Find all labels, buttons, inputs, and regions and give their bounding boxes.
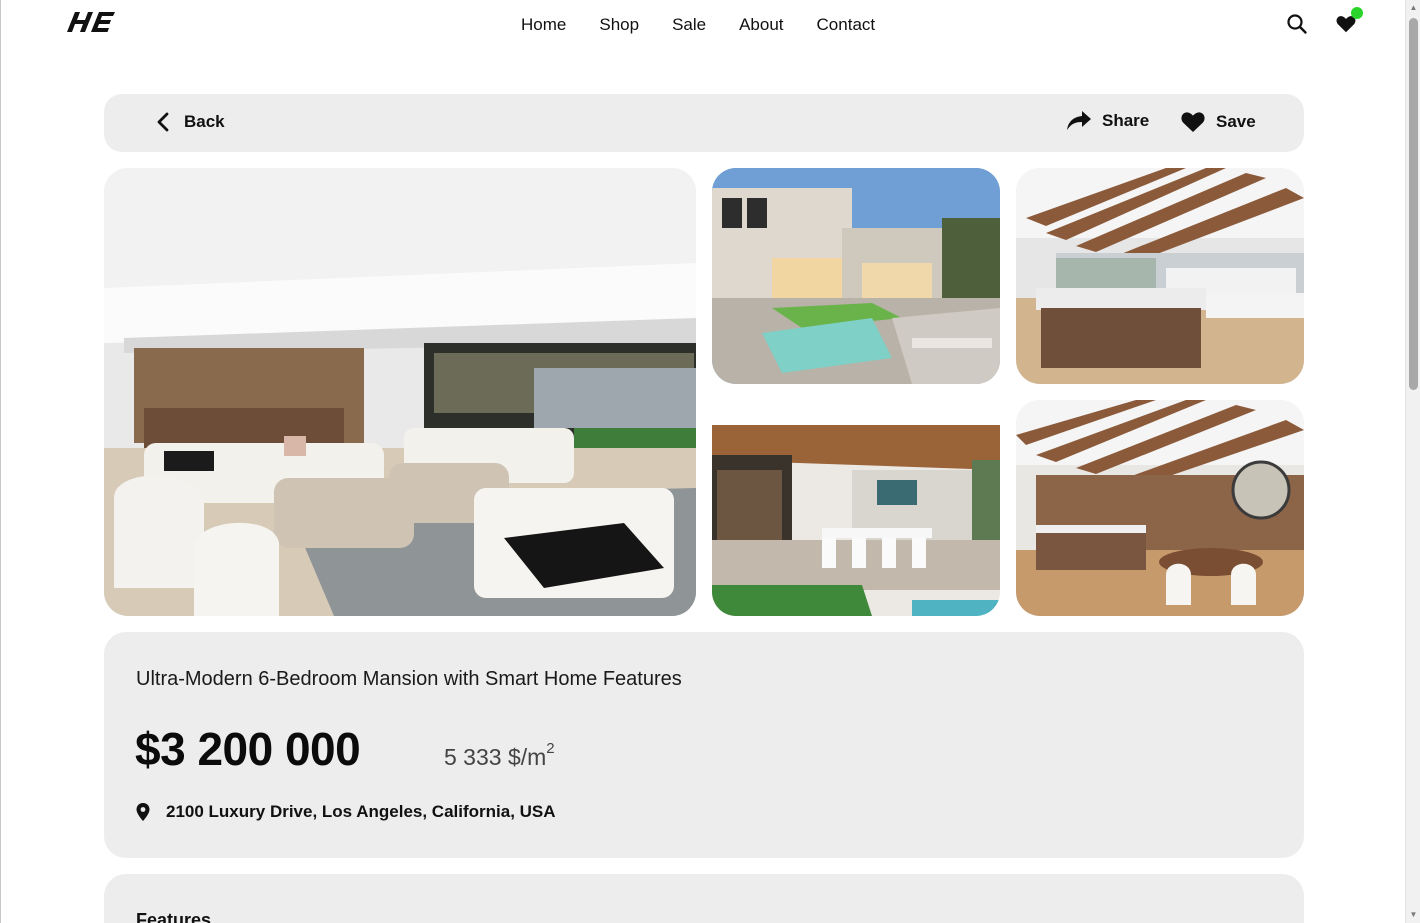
page: Home Shop Sale About Contact Back Share: [0, 0, 1405, 923]
logo-mark: [67, 12, 115, 32]
features-heading: Features: [136, 910, 212, 923]
listing-price: $3 200 000: [135, 723, 361, 775]
photo-exterior-pool[interactable]: [712, 168, 1000, 384]
share-label: Share: [1102, 111, 1150, 130]
scrollbar-thumb[interactable]: [1409, 18, 1418, 390]
logo[interactable]: [65, 8, 117, 36]
photo-living-room[interactable]: [104, 168, 696, 616]
photo-kitchen-dining[interactable]: [1016, 400, 1304, 616]
chevron-left-icon: [157, 112, 169, 132]
notification-dot: [1351, 7, 1363, 19]
share-button[interactable]: Share: [1066, 110, 1149, 132]
nav-shop[interactable]: Shop: [599, 14, 639, 36]
nav-contact[interactable]: Contact: [817, 14, 876, 36]
unit-exponent: 2: [546, 740, 555, 757]
search-icon[interactable]: [1286, 13, 1308, 35]
photo-kitchen-beams[interactable]: [1016, 168, 1304, 384]
price-per-area-value: 5 333 $/m: [444, 744, 547, 770]
back-label: Back: [184, 112, 225, 131]
share-icon: [1067, 111, 1091, 130]
features-card: Features: [104, 874, 1304, 923]
back-button[interactable]: Back: [156, 111, 225, 133]
nav-sale[interactable]: Sale: [672, 14, 706, 36]
nav-home[interactable]: Home: [521, 14, 566, 36]
scroll-up-arrow-icon[interactable]: ▲: [1409, 3, 1418, 13]
scrollbar[interactable]: ▲ ▼: [1405, 0, 1420, 923]
heart-icon: [1181, 112, 1205, 132]
listing-title: Ultra-Modern 6-Bedroom Mansion with Smar…: [136, 668, 682, 690]
save-label: Save: [1216, 112, 1256, 131]
location-pin-icon: [136, 803, 150, 821]
photo-patio-dining[interactable]: [712, 400, 1000, 616]
main-nav: Home Shop Sale About Contact: [521, 14, 875, 36]
price-per-area: 5 333 $/m2: [444, 740, 555, 771]
listing-info-card: Ultra-Modern 6-Bedroom Mansion with Smar…: [104, 632, 1304, 858]
address-text: 2100 Luxury Drive, Los Angeles, Californ…: [166, 802, 556, 821]
nav-about[interactable]: About: [739, 14, 783, 36]
listing-toolbar: Back Share Save: [104, 94, 1304, 152]
save-button[interactable]: Save: [1180, 110, 1256, 134]
favorites-button[interactable]: [1335, 7, 1363, 37]
scroll-down-arrow-icon[interactable]: ▼: [1409, 910, 1418, 920]
listing-address: 2100 Luxury Drive, Los Angeles, Californ…: [136, 802, 556, 822]
